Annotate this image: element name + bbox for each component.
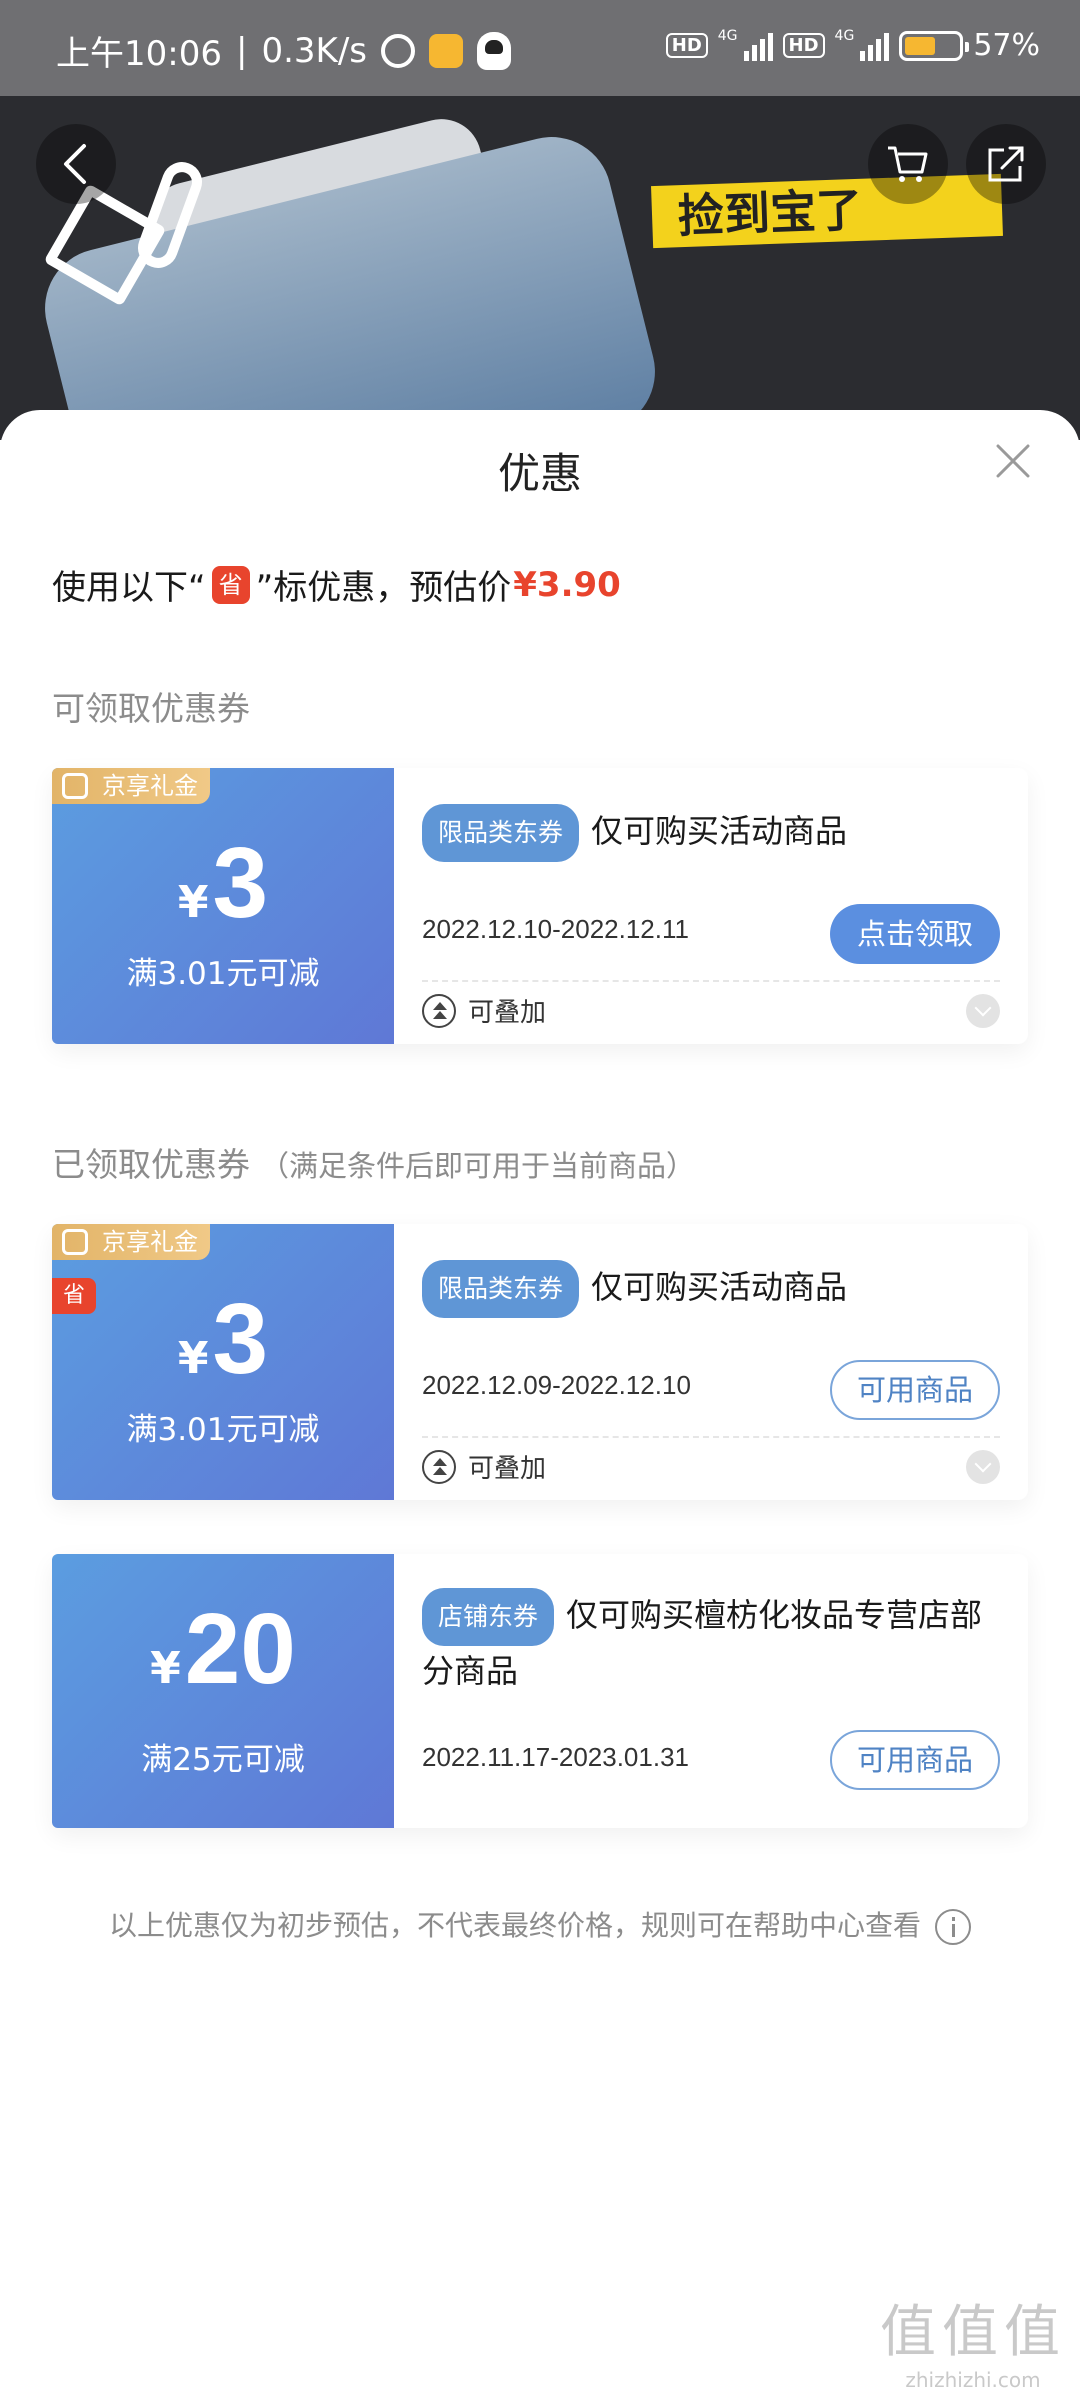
coupon-title-text: 仅可购买活动商品 <box>591 1268 848 1306</box>
watermark-logo: 值值值 <box>880 2300 1066 2365</box>
message-icon <box>429 33 463 68</box>
claim-button[interactable]: 点击领取 <box>830 904 1000 964</box>
sheet-title: 优惠 <box>497 449 582 498</box>
divider <box>422 1436 1000 1438</box>
section-claimed-title: 已领取优惠券 <box>52 1145 250 1184</box>
summary-suffix: ”标优惠，预估价 <box>255 568 512 608</box>
status-speed: 0.3K/s <box>261 30 367 71</box>
coupon-info-panel: 限品类东券 仅可购买活动商品 2022.12.09-2022.12.10 可用商品… <box>394 1224 1028 1500</box>
currency-symbol: ¥ <box>177 877 209 928</box>
divider <box>422 980 1000 982</box>
battery-percent: 57% <box>973 28 1040 63</box>
coupon-type-tag: 限品类东券 <box>422 804 580 862</box>
qq-icon <box>477 31 511 70</box>
signal-icon <box>743 31 773 61</box>
cart-icon <box>888 146 928 182</box>
section-claimed-sub: （满足条件后即可用于当前商品） <box>260 1149 696 1183</box>
watermark-url: zhizhizhi.com <box>905 2368 1041 2392</box>
coupon-value-panel: 京享礼金 ¥3 满3.01元可减 <box>52 768 394 1044</box>
usable-products-button[interactable]: 可用商品 <box>830 1730 1000 1790</box>
status-time: 上午10:06 <box>56 34 222 74</box>
gift-tag-label: 京享礼金 <box>102 1228 198 1256</box>
currency-symbol: ¥ <box>150 1643 181 1694</box>
share-icon <box>988 146 1024 182</box>
coupon-threshold: 满25元可减 <box>141 1742 305 1778</box>
section-claimed-label: 已领取优惠券 （满足条件后即可用于当前商品） <box>52 1138 695 1186</box>
coupon-info-panel: 限品类东券 仅可购买活动商品 2022.12.10-2022.12.11 点击领取… <box>394 768 1028 1044</box>
status-bar: 上午10:06 | 0.3K/s HD 4G HD 4G 57% <box>0 0 1080 96</box>
close-icon <box>996 444 1030 478</box>
stackable-label: 可叠加 <box>468 998 547 1028</box>
coupon-type-tag: 店铺东券 <box>422 1588 555 1646</box>
network-type: 4G <box>717 28 738 44</box>
coupon-type-tag: 限品类东券 <box>422 1260 580 1318</box>
coupon-card: ¥20 满25元可减 店铺东券 仅可购买檀枋化妆品专营店部分商品 2022.11.… <box>52 1554 1028 1828</box>
coupon-amount: ¥20 <box>52 1592 394 1707</box>
stackable-row: 可叠加 <box>422 992 546 1029</box>
coupon-title: 限品类东券 仅可购买活动商品 <box>422 804 1004 862</box>
amount-value: 3 <box>212 1283 269 1395</box>
signal-icon <box>860 31 890 61</box>
coupon-threshold: 满3.01元可减 <box>126 956 320 992</box>
stack-icon <box>422 1449 456 1484</box>
section-claimable-label: 可领取优惠券 <box>52 689 250 728</box>
network-type: 4G <box>834 28 855 44</box>
watermark: 值值值 zhizhizhi.com <box>880 2287 1066 2392</box>
coupon-threshold: 满3.01元可减 <box>126 1412 320 1448</box>
product-banner: 捡到宝了 <box>651 173 1003 249</box>
price-summary: 使用以下“ 省 ”标优惠，预估价 ¥3.90 <box>52 560 621 609</box>
sheng-icon: 省 <box>211 565 250 604</box>
back-button[interactable] <box>36 124 116 204</box>
amount-value: 3 <box>212 827 269 939</box>
disclaimer: 以上优惠仅为初步预估，不代表最终价格，规则可在帮助中心查看 <box>0 1904 1080 1945</box>
stackable-label: 可叠加 <box>468 1454 547 1484</box>
alarm-icon <box>381 33 415 68</box>
cart-button[interactable] <box>868 124 948 204</box>
amount-value: 20 <box>184 1593 296 1705</box>
chevron-down-icon[interactable] <box>966 1450 1000 1484</box>
chevron-down-icon[interactable] <box>966 994 1000 1028</box>
gift-tag-label: 京享礼金 <box>102 772 198 800</box>
coupon-title: 限品类东券 仅可购买活动商品 <box>422 1260 1004 1318</box>
info-icon[interactable] <box>935 1909 971 1945</box>
share-button[interactable] <box>966 124 1046 204</box>
coupon-title: 店铺东券 仅可购买檀枋化妆品专营店部分商品 <box>422 1588 1004 1696</box>
coupon-amount: ¥3 <box>52 826 394 941</box>
battery-icon <box>899 30 970 61</box>
chevron-left-icon <box>64 144 86 184</box>
coupon-date: 2022.11.17-2023.01.31 <box>422 1742 689 1772</box>
currency-symbol: ¥ <box>177 1333 209 1384</box>
hd-badge: HD <box>782 33 825 58</box>
estimated-price: ¥3.90 <box>513 564 621 605</box>
gift-tag: 京享礼金 <box>52 1224 210 1260</box>
usable-products-button[interactable]: 可用商品 <box>830 1360 1000 1420</box>
summary-prefix: 使用以下“ <box>52 568 206 608</box>
gift-icon <box>62 1229 88 1255</box>
coupon-card: 京享礼金 省 ¥3 满3.01元可减 限品类东券 仅可购买活动商品 2022.12… <box>52 1224 1028 1500</box>
coupon-card: 京享礼金 ¥3 满3.01元可减 限品类东券 仅可购买活动商品 2022.12.1… <box>52 768 1028 1044</box>
coupon-date: 2022.12.09-2022.12.10 <box>422 1370 691 1400</box>
status-divider: | <box>235 30 248 71</box>
discount-sheet: 优惠 使用以下“ 省 ”标优惠，预估价 ¥3.90 可领取优惠券 京享礼金 ¥3… <box>0 410 1080 2400</box>
disclaimer-text: 以上优惠仅为初步预估，不代表最终价格，规则可在帮助中心查看 <box>108 1909 921 1942</box>
coupon-value-panel: ¥20 满25元可减 <box>52 1554 394 1828</box>
close-button[interactable] <box>990 438 1036 484</box>
coupon-date: 2022.12.10-2022.12.11 <box>422 914 689 944</box>
gift-tag: 京享礼金 <box>52 768 210 804</box>
coupon-amount: ¥3 <box>52 1282 394 1397</box>
gift-icon <box>62 773 88 799</box>
stack-icon <box>422 993 456 1028</box>
coupon-value-panel: 京享礼金 省 ¥3 满3.01元可减 <box>52 1224 394 1500</box>
stackable-row: 可叠加 <box>422 1448 546 1485</box>
coupon-info-panel: 店铺东券 仅可购买檀枋化妆品专营店部分商品 2022.11.17-2023.01.… <box>394 1554 1028 1828</box>
coupon-title-text: 仅可购买活动商品 <box>591 812 848 850</box>
product-page-backdrop: 捡到宝了 上午10:06 | 0.3K/s HD 4G HD 4G 57% <box>0 0 1080 440</box>
hd-badge: HD <box>665 33 708 58</box>
